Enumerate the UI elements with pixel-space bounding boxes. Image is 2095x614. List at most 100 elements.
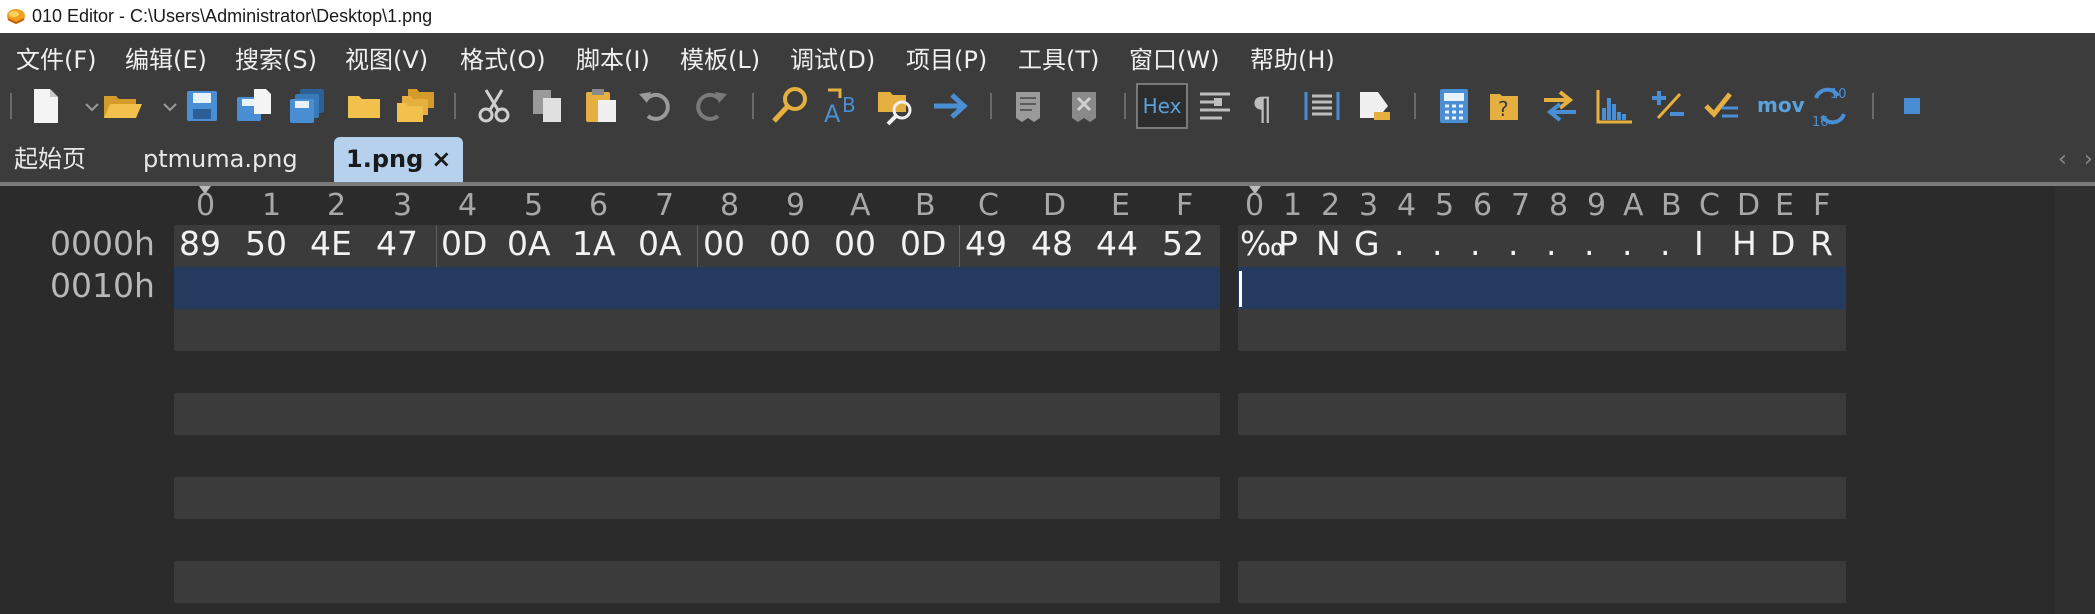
- hex-byte[interactable]: 49: [965, 224, 1007, 263]
- plus-minus-icon[interactable]: [1646, 84, 1690, 128]
- menu-debug[interactable]: 调试(D): [790, 40, 875, 75]
- char-cell[interactable]: R: [1810, 224, 1833, 263]
- tab-label: 1.png: [346, 145, 424, 173]
- char-column-header: C: [1699, 188, 1720, 223]
- checksum-icon[interactable]: [1700, 84, 1744, 128]
- menu-script[interactable]: 脚本(I): [576, 40, 650, 75]
- swap-icon[interactable]: [1538, 84, 1582, 128]
- menu-search[interactable]: 搜索(S): [235, 40, 317, 75]
- tab-1-png[interactable]: 1.png ×: [334, 137, 464, 182]
- menu-view[interactable]: 视图(V): [345, 40, 428, 75]
- tab-ptmuma-png[interactable]: ptmuma.png: [143, 137, 298, 182]
- menu-tools[interactable]: 工具(T): [1018, 40, 1099, 75]
- char-cell[interactable]: .: [1508, 224, 1519, 263]
- run-template-icon[interactable]: [1064, 84, 1108, 128]
- tab-scroll-right-icon[interactable]: ›: [2084, 137, 2093, 182]
- hex-column-header: 7: [655, 188, 675, 223]
- title-bar: 010 Editor - C:\Users\Administrator\Desk…: [0, 0, 2095, 33]
- menu-help[interactable]: 帮助(H): [1250, 40, 1335, 75]
- histogram-icon[interactable]: [1592, 84, 1636, 128]
- menu-template[interactable]: 模板(L): [680, 40, 760, 75]
- hex-byte[interactable]: 0A: [507, 224, 551, 263]
- hex-byte[interactable]: 0D: [441, 224, 487, 263]
- copy-icon[interactable]: [526, 84, 570, 128]
- stop-icon[interactable]: [1890, 84, 1934, 128]
- hex-byte[interactable]: 47: [376, 224, 418, 263]
- group-separator: [959, 225, 960, 267]
- find-icon[interactable]: [768, 84, 812, 128]
- hex-mode-button[interactable]: Hex: [1136, 83, 1188, 129]
- hex-byte[interactable]: 0A: [638, 224, 682, 263]
- find-in-files-icon[interactable]: [874, 84, 918, 128]
- char-cell[interactable]: .: [1432, 224, 1443, 263]
- char-cell[interactable]: .: [1584, 224, 1595, 263]
- menu-window[interactable]: 窗口(W): [1129, 40, 1219, 75]
- hex-byte[interactable]: 89: [179, 224, 221, 263]
- char-cell[interactable]: .: [1660, 224, 1671, 263]
- hex-byte[interactable]: 00: [703, 224, 745, 263]
- text-lines-icon[interactable]: [1300, 84, 1344, 128]
- paste-icon[interactable]: [580, 84, 624, 128]
- char-cell[interactable]: G: [1354, 224, 1380, 263]
- char-cell[interactable]: D: [1770, 224, 1795, 263]
- cut-icon[interactable]: [472, 84, 516, 128]
- char-cell[interactable]: .: [1546, 224, 1557, 263]
- char-cell[interactable]: .: [1394, 224, 1405, 263]
- base-convert-icon[interactable]: 10 16: [1808, 84, 1852, 130]
- highlight-icon[interactable]: [1352, 84, 1396, 128]
- hex-byte[interactable]: 00: [834, 224, 876, 263]
- char-cell[interactable]: I: [1694, 224, 1704, 263]
- char-cell[interactable]: H: [1732, 224, 1757, 263]
- tab-start-page[interactable]: 起始页: [14, 137, 86, 182]
- hex-byte[interactable]: 4E: [310, 224, 352, 263]
- menu-file[interactable]: 文件(F): [16, 40, 97, 75]
- open-workspace-icon[interactable]: [342, 84, 386, 128]
- redo-icon[interactable]: [688, 84, 732, 128]
- menu-edit[interactable]: 编辑(E): [125, 40, 207, 75]
- new-file-icon[interactable]: [24, 84, 68, 128]
- hex-column-header: 5: [524, 188, 544, 223]
- hex-row-stripe: [174, 561, 1220, 603]
- replace-icon[interactable]: AB: [822, 84, 866, 128]
- save-as-icon[interactable]: [232, 84, 276, 128]
- open-folders-icon[interactable]: [394, 84, 438, 128]
- toolbar-separator: [1124, 93, 1126, 119]
- char-column-header: 0: [1245, 188, 1265, 223]
- char-cell[interactable]: N: [1316, 224, 1341, 263]
- chevron-down-icon[interactable]: [70, 84, 99, 128]
- toolbar-separator: [10, 93, 12, 119]
- char-cell[interactable]: P: [1278, 224, 1298, 263]
- columns-icon[interactable]: [1194, 84, 1238, 128]
- hex-column-header: D: [1043, 188, 1067, 223]
- menu-project[interactable]: 项目(P): [906, 40, 987, 75]
- hex-byte[interactable]: 52: [1162, 224, 1204, 263]
- hex-column-header: 9: [786, 188, 806, 223]
- chevron-down-icon[interactable]: [148, 84, 177, 128]
- svg-text:A: A: [824, 100, 841, 128]
- hex-byte[interactable]: 44: [1096, 224, 1138, 263]
- char-cell[interactable]: .: [1622, 224, 1633, 263]
- hex-byte[interactable]: 1A: [572, 224, 616, 263]
- char-row-selected: [1238, 267, 1846, 309]
- close-icon[interactable]: ×: [431, 145, 451, 173]
- goto-icon[interactable]: [928, 84, 972, 128]
- tab-scroll-left-icon[interactable]: ‹: [2058, 137, 2067, 182]
- hex-byte[interactable]: 50: [245, 224, 287, 263]
- menu-format[interactable]: 格式(O): [460, 40, 546, 75]
- vertical-scrollbar[interactable]: [2055, 186, 2095, 614]
- open-folder-icon[interactable]: [100, 84, 144, 128]
- pilcrow-icon[interactable]: ¶: [1244, 84, 1288, 128]
- save-icon[interactable]: [180, 84, 224, 128]
- char-cell[interactable]: .: [1470, 224, 1481, 263]
- mov-icon[interactable]: mov: [1757, 93, 1805, 117]
- calculator-icon[interactable]: [1432, 84, 1476, 128]
- save-all-icon[interactable]: [286, 84, 330, 128]
- menu-bar: 文件(F) 编辑(E) 搜索(S) 视图(V) 格式(O) 脚本(I) 模板(L…: [0, 33, 2095, 76]
- hex-byte[interactable]: 0D: [900, 224, 946, 263]
- char-column-header: B: [1661, 188, 1682, 223]
- run-script-icon[interactable]: [1008, 84, 1052, 128]
- compare-icon[interactable]: ?: [1484, 84, 1528, 128]
- undo-icon[interactable]: [634, 84, 678, 128]
- hex-byte[interactable]: 00: [769, 224, 811, 263]
- hex-byte[interactable]: 48: [1031, 224, 1073, 263]
